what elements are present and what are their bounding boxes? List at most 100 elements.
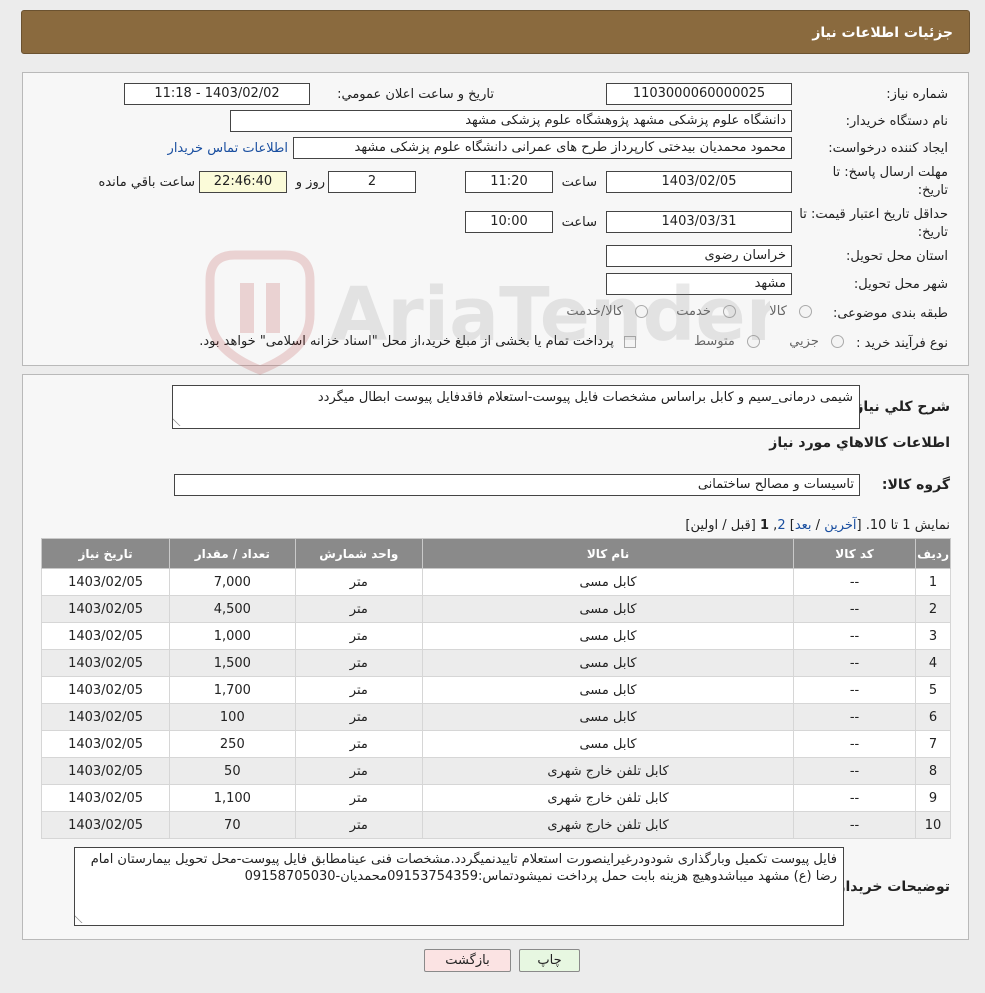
remaining-time-label: ساعت باقي مانده <box>98 175 195 190</box>
cell-code: -- <box>792 757 917 785</box>
process-medium-label: متوسط <box>694 334 735 349</box>
category-goods-label: کالا <box>769 304 787 319</box>
col-row: ردیف <box>915 538 951 569</box>
summary-label: شرح کلي نياز: <box>849 399 950 415</box>
cell-name: کابل تلفن خارج شهری <box>422 784 794 812</box>
cell-code: -- <box>792 649 917 677</box>
cell-row: 6 <box>915 703 951 731</box>
buyer-notes-label: توضیحات خریدار: <box>831 879 950 895</box>
cell-quantity: 1,000 <box>169 622 296 650</box>
process-option-medium[interactable]: متوسط <box>694 334 760 349</box>
summary-text: شیمی درمانی_سیم و کابل براساس مشخصات فای… <box>317 390 853 405</box>
cell-row: 1 <box>915 568 951 596</box>
pager-range: نمایش 1 تا 10. <box>865 518 950 533</box>
category-option-goods-service[interactable]: کالا/خدمت <box>566 304 648 319</box>
city-label: شهر محل تحویل: <box>853 277 948 292</box>
cell-date: 1403/02/05 <box>40 649 171 677</box>
category-option-service[interactable]: خدمت <box>676 304 736 319</box>
category-service-radio[interactable] <box>723 305 736 318</box>
cell-code: -- <box>792 703 917 731</box>
cell-row: 2 <box>915 595 951 623</box>
category-goods-service-label: کالا/خدمت <box>566 304 623 319</box>
cell-unit: متر <box>294 730 424 758</box>
cell-code: -- <box>792 595 917 623</box>
cell-quantity: 250 <box>169 730 296 758</box>
process-minor-radio[interactable] <box>831 335 844 348</box>
buyer-notes-textarea[interactable]: فایل پیوست تکمیل وبارگذاری شودودرغیراینص… <box>74 847 844 926</box>
province-label: استان محل تحویل: <box>846 249 948 264</box>
process-option-minor[interactable]: جزیي <box>789 334 844 349</box>
deadline-time-field: 11:20 <box>465 171 553 193</box>
pager-last-link[interactable]: آخرین <box>824 518 856 533</box>
cell-code: -- <box>792 784 917 812</box>
requester-field: محمود محمدیان بیدختی کارپرداز طرح های عم… <box>293 137 792 159</box>
table-row: 6 -- کابل مسی متر 100 1403/02/05 <box>40 703 951 731</box>
table-row: 1 -- کابل مسی متر 7,000 1403/02/05 <box>40 568 951 596</box>
treasury-note: پرداخت تمام یا بخشی از مبلغ خرید،از محل … <box>199 334 614 349</box>
city-field: مشهد <box>606 273 792 295</box>
pager-next-link[interactable]: بعد <box>795 518 812 533</box>
print-button[interactable]: چاپ <box>519 949 580 972</box>
table-row: 4 -- کابل مسی متر 1,500 1403/02/05 <box>40 649 951 677</box>
goods-table-header: ردیف کد کالا نام کالا واحد شمارش تعداد /… <box>40 538 951 569</box>
cell-date: 1403/02/05 <box>40 784 171 812</box>
pager-open: [ <box>856 518 862 533</box>
col-date: تاریخ نیاز <box>40 538 171 569</box>
table-row: 3 -- کابل مسی متر 1,000 1403/02/05 <box>40 622 951 650</box>
validity-label-date: تاریخ: <box>917 225 948 240</box>
page-title: جزئیات اطلاعات نیاز <box>812 25 953 41</box>
cell-date: 1403/02/05 <box>40 622 171 650</box>
buyer-contact-link[interactable]: اطلاعات تماس خریدار <box>168 141 288 156</box>
province-field: خراسان رضوی <box>606 245 792 267</box>
cell-quantity: 50 <box>169 757 296 785</box>
cell-quantity: 1,700 <box>169 676 296 704</box>
cell-row: 4 <box>915 649 951 677</box>
cell-name: کابل مسی <box>422 622 794 650</box>
table-row: 9 -- کابل تلفن خارج شهری متر 1,100 1403/02/05 <box>40 784 951 812</box>
resize-grip-icon[interactable] <box>75 914 91 923</box>
cell-unit: متر <box>294 757 424 785</box>
cell-name: کابل تلفن خارج شهری <box>422 757 794 785</box>
table-row: 8 -- کابل تلفن خارج شهری متر 50 1403/02/05 <box>40 757 951 785</box>
need-number-label: شماره نیاز: <box>886 87 948 102</box>
cell-unit: متر <box>294 622 424 650</box>
process-medium-radio[interactable] <box>747 335 760 348</box>
cell-row: 5 <box>915 676 951 704</box>
cell-quantity: 4,500 <box>169 595 296 623</box>
table-row: 2 -- کابل مسی متر 4,500 1403/02/05 <box>40 595 951 623</box>
process-type-label: نوع فرآیند خرید : <box>856 336 948 351</box>
table-row: 5 -- کابل مسی متر 1,700 1403/02/05 <box>40 676 951 704</box>
days-remaining-field: 2 <box>328 171 416 193</box>
category-goods-service-radio[interactable] <box>635 305 648 318</box>
validity-date-field: 1403/03/31 <box>606 211 792 233</box>
validity-label: حداقل تاریخ اعتبار قیمت: تا <box>799 207 948 222</box>
need-number-field: 1103000060000025 <box>606 83 792 105</box>
deadline-date-field: 1403/02/05 <box>606 171 792 193</box>
summary-textarea[interactable]: شیمی درمانی_سیم و کابل براساس مشخصات فای… <box>172 385 860 429</box>
col-quantity: تعداد / مقدار <box>169 538 296 569</box>
need-info-panel: شماره نیاز: 1103000060000025 تاریخ و ساع… <box>22 72 969 366</box>
remaining-time-field: 22:46:40 <box>199 171 287 193</box>
cell-name: کابل مسی <box>422 730 794 758</box>
back-button[interactable]: بازگشت <box>424 949 511 972</box>
days-label: روز و <box>295 175 325 190</box>
col-unit: واحد شمارش <box>294 538 424 569</box>
resize-grip-icon[interactable] <box>173 417 189 426</box>
pager-page-2[interactable]: 2 <box>777 518 785 533</box>
cell-code: -- <box>792 622 917 650</box>
cell-unit: متر <box>294 676 424 704</box>
category-goods-radio[interactable] <box>799 305 812 318</box>
process-treasury-option[interactable]: پرداخت تمام یا بخشی از مبلغ خرید،از محل … <box>199 334 636 349</box>
cell-quantity: 100 <box>169 703 296 731</box>
cell-row: 3 <box>915 622 951 650</box>
cell-code: -- <box>792 676 917 704</box>
pager-tail: [قبل / اولین] <box>685 518 756 533</box>
category-option-goods[interactable]: کالا <box>769 304 812 319</box>
treasury-checkbox[interactable] <box>624 335 636 348</box>
cell-date: 1403/02/05 <box>40 757 171 785</box>
col-code: کد کالا <box>792 538 917 569</box>
deadline-label-date: تاریخ: <box>917 183 948 198</box>
cell-name: کابل مسی <box>422 703 794 731</box>
cell-date: 1403/02/05 <box>40 676 171 704</box>
cell-quantity: 70 <box>169 811 296 839</box>
